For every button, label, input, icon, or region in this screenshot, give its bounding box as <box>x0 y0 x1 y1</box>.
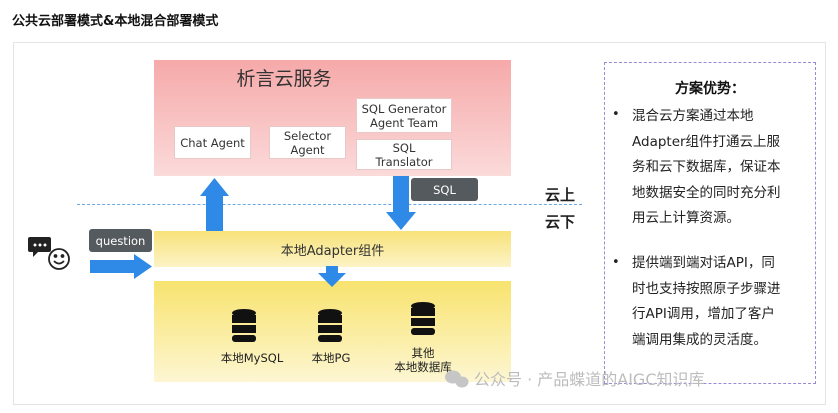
down-arrow-sql <box>386 176 416 230</box>
diagram-graphics <box>28 176 469 388</box>
wechat-icon <box>445 370 469 388</box>
watermark-text: 公众号 · 产品蝶道的AIGC知识库 <box>474 370 705 389</box>
down-arrow-db <box>318 266 346 287</box>
up-arrow <box>200 178 229 231</box>
right-arrow-question <box>90 254 152 279</box>
smiley-icon <box>48 248 70 270</box>
database-icon <box>411 302 435 335</box>
chat-bubble-icon <box>28 237 51 257</box>
database-icon <box>318 309 342 342</box>
database-icon <box>232 309 256 342</box>
